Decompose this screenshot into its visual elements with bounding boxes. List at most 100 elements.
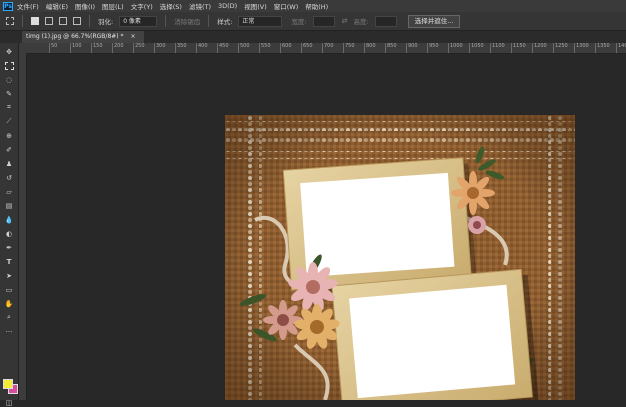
- ruler-tick-label: 450: [219, 43, 229, 49]
- horizontal-ruler: 50 100 150 200 250 300 350 400 450 500 550 600 650 70…: [19, 43, 626, 54]
- ruler-tick: [469, 43, 470, 53]
- dodge-icon[interactable]: ◐: [4, 229, 14, 238]
- menu-3d[interactable]: 3D(D): [218, 2, 237, 10]
- ruler-tick: [427, 43, 428, 53]
- ruler-tick-label: 250: [135, 43, 145, 49]
- healing-icon[interactable]: ⊕: [4, 131, 14, 140]
- document-image: [225, 115, 575, 400]
- vertical-ruler: [19, 53, 27, 400]
- pen-icon[interactable]: ✒: [4, 243, 14, 252]
- menu-file[interactable]: 文件(F): [17, 1, 39, 11]
- ruler-tick: [49, 43, 50, 53]
- antialias-checkbox[interactable]: 消除锯齿: [174, 16, 200, 26]
- ruler-tick-label: 200: [114, 43, 124, 49]
- menu-filter[interactable]: 滤镜(T): [189, 1, 211, 11]
- quick-mask-icon[interactable]: ◫: [4, 398, 14, 407]
- crop-icon[interactable]: ⌗: [4, 103, 14, 112]
- eyedropper-icon[interactable]: ⟋: [4, 117, 14, 126]
- ruler-tick-label: 650: [303, 43, 313, 49]
- stamp-icon[interactable]: ♟: [4, 159, 14, 168]
- ruler-tick-label: 500: [240, 43, 250, 49]
- menu-help[interactable]: 帮助(H): [305, 1, 328, 11]
- divider: [89, 15, 90, 27]
- history-brush-icon[interactable]: ↺: [4, 173, 14, 182]
- more-icon[interactable]: ···: [4, 327, 14, 336]
- ruler-tick: [217, 43, 218, 53]
- ruler-tick: [196, 43, 197, 53]
- menu-select[interactable]: 选择(S): [160, 1, 182, 11]
- ruler-tick-label: 1350: [597, 43, 610, 49]
- ruler-tick-label: 700: [324, 43, 334, 49]
- document-tab-title: timg (1).jpg @ 66.7%(RGB/8#) *: [26, 33, 124, 40]
- brush-icon[interactable]: ✐: [4, 145, 14, 154]
- document-tab-bar: timg (1).jpg @ 66.7%(RGB/8#) * ×: [0, 31, 626, 43]
- swap-icon[interactable]: ⇄: [342, 17, 348, 25]
- new-selection-icon[interactable]: [31, 17, 39, 25]
- ruler-tick-label: 400: [198, 43, 208, 49]
- hand-icon[interactable]: ✋: [4, 299, 14, 308]
- ruler-tick: [490, 43, 491, 53]
- style-select[interactable]: 正常: [238, 15, 283, 27]
- ruler-tick: [175, 43, 176, 53]
- zoom-icon[interactable]: ⌕: [4, 313, 14, 322]
- ruler-tick-label: 950: [429, 43, 439, 49]
- ruler-tick: [280, 43, 281, 53]
- menu-type[interactable]: 文字(Y): [131, 1, 153, 11]
- feather-label: 羽化:: [98, 18, 114, 26]
- menu-image[interactable]: 图像(I): [75, 1, 95, 11]
- menu-window[interactable]: 窗口(W): [274, 1, 299, 11]
- ruler-tick-label: 350: [177, 43, 187, 49]
- marquee-icon[interactable]: [4, 61, 14, 70]
- width-label: 宽度:: [291, 18, 307, 26]
- ruler-tick-label: 1000: [450, 43, 463, 49]
- divider: [165, 15, 167, 27]
- ruler-tick: [322, 43, 323, 53]
- divider: [22, 15, 23, 27]
- feather-input[interactable]: 0 像素: [119, 15, 158, 27]
- move-icon[interactable]: ✥: [4, 47, 14, 56]
- add-selection-icon[interactable]: [45, 17, 53, 25]
- ruler-tick-label: 1200: [534, 43, 547, 49]
- ruler-tick: [343, 43, 344, 53]
- height-input[interactable]: [374, 15, 397, 27]
- height-label: 高度:: [353, 18, 369, 26]
- foreground-color-swatch[interactable]: [3, 379, 13, 389]
- canvas-area[interactable]: [27, 54, 626, 400]
- blur-icon[interactable]: 💧: [4, 215, 14, 224]
- menu-edit[interactable]: 编辑(E): [46, 1, 68, 11]
- ruler-tick-label: 150: [93, 43, 103, 49]
- ruler-tick-label: 1400: [618, 43, 626, 49]
- width-input[interactable]: [312, 15, 335, 27]
- marquee-preset-icon[interactable]: [6, 17, 14, 25]
- menu-layer[interactable]: 图层(L): [102, 1, 124, 11]
- shape-icon[interactable]: ▭: [4, 285, 14, 294]
- quick-select-icon[interactable]: ✎: [4, 89, 14, 98]
- gradient-icon[interactable]: ▤: [4, 201, 14, 210]
- select-and-mask-button[interactable]: 选择并遮住...: [407, 14, 461, 28]
- ruler-tick: [364, 43, 365, 53]
- ruler-tick-label: 750: [345, 43, 355, 49]
- ruler-tick-label: 1150: [513, 43, 526, 49]
- ruler-tick: [70, 43, 71, 53]
- subtract-selection-icon[interactable]: [59, 17, 67, 25]
- intersect-selection-icon[interactable]: [73, 17, 81, 25]
- type-icon[interactable]: T: [4, 257, 14, 266]
- ruler-tick-label: 600: [282, 43, 292, 49]
- lasso-icon[interactable]: ◌: [4, 75, 14, 84]
- close-icon[interactable]: ×: [130, 33, 135, 40]
- ruler-tick: [301, 43, 302, 53]
- ruler-tick: [385, 43, 386, 53]
- ruler-tick-label: 1250: [555, 43, 568, 49]
- path-select-icon[interactable]: ➤: [4, 271, 14, 280]
- document-tab[interactable]: timg (1).jpg @ 66.7%(RGB/8#) * ×: [22, 31, 144, 43]
- ruler-tick: [406, 43, 407, 53]
- ruler-tick-label: 800: [366, 43, 376, 49]
- eraser-icon[interactable]: ▱: [4, 187, 14, 196]
- ruler-tick: [91, 43, 92, 53]
- ruler-tick: [133, 43, 134, 53]
- ruler-tick: [574, 43, 575, 53]
- ruler-tick: [616, 43, 617, 53]
- menu-view[interactable]: 视图(V): [244, 1, 267, 11]
- ruler-tick: [259, 43, 260, 53]
- ruler-tick: [553, 43, 554, 53]
